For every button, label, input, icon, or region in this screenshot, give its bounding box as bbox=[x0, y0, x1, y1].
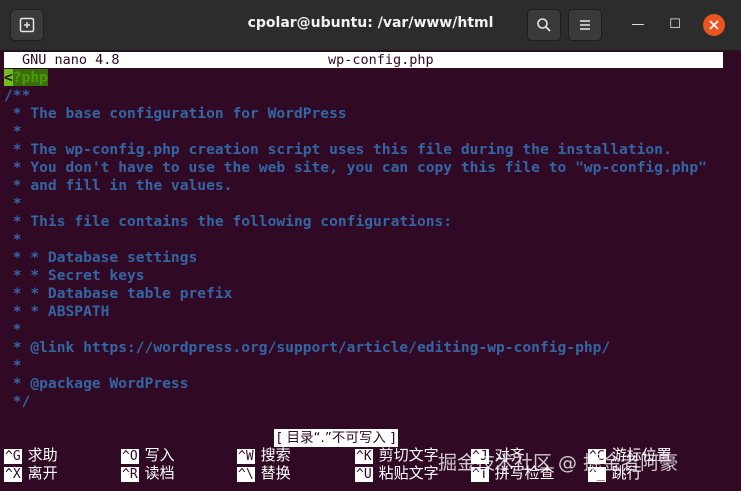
close-button[interactable] bbox=[703, 14, 725, 36]
minimize-button[interactable]: — bbox=[627, 14, 649, 36]
shortcut-item: ^G 求助 bbox=[4, 445, 58, 464]
file-line: * * Database table prefix bbox=[4, 285, 233, 302]
shortcut-label: 求助 bbox=[27, 446, 58, 464]
file-line: * You don't have to use the web site, yo… bbox=[4, 159, 707, 176]
shortcut-item: ^O 写入 bbox=[121, 445, 175, 464]
file-line: * bbox=[4, 357, 22, 374]
shortcut-item: ^K 剪切文字 bbox=[355, 445, 439, 464]
title-bar: cpolar@ubuntu: /var/www/html — ☐ bbox=[0, 0, 741, 51]
shortcut-key: ^\ bbox=[237, 467, 255, 482]
file-line: * bbox=[4, 123, 22, 140]
file-line: * * Database settings bbox=[4, 249, 198, 266]
shortcut-key: ^G bbox=[4, 449, 22, 464]
shortcut-key: ^W bbox=[237, 449, 255, 464]
maximize-icon: ☐ bbox=[669, 17, 681, 32]
terminal-window: cpolar@ubuntu: /var/www/html — ☐ GNU nan… bbox=[0, 0, 741, 491]
nano-header-bar: GNU nano 4.8 wp-config.php bbox=[4, 52, 723, 68]
file-line-php-tag: <?php bbox=[4, 69, 48, 87]
file-line: * bbox=[4, 195, 22, 212]
terminal-area[interactable]: GNU nano 4.8 wp-config.php <?php /** * T… bbox=[0, 51, 741, 491]
file-line: */ bbox=[4, 393, 31, 410]
nano-version: GNU nano 4.8 bbox=[22, 52, 120, 68]
shortcut-label: 粘贴文字 bbox=[378, 464, 439, 482]
shortcut-label: 离开 bbox=[27, 464, 58, 482]
shortcut-label: 搜索 bbox=[260, 446, 291, 464]
file-line: * The base configuration for WordPress bbox=[4, 105, 347, 122]
shortcut-label: 替换 bbox=[260, 464, 291, 482]
shortcut-item: ^R 读档 bbox=[121, 463, 175, 482]
shortcut-key: ^X bbox=[4, 467, 22, 482]
file-line: * bbox=[4, 321, 22, 338]
file-line: * * ABSPATH bbox=[4, 303, 110, 320]
shortcut-label: 剪切文字 bbox=[378, 446, 439, 464]
file-line: * bbox=[4, 231, 22, 248]
shortcut-label: 写入 bbox=[144, 446, 175, 464]
shortcut-key: ^U bbox=[355, 467, 373, 482]
search-button[interactable] bbox=[527, 9, 561, 41]
file-line: * * Secret keys bbox=[4, 267, 145, 284]
minimize-icon: — bbox=[631, 17, 645, 32]
shortcut-item: ^U 粘贴文字 bbox=[355, 463, 439, 482]
shortcut-item: ^X 离开 bbox=[4, 463, 58, 482]
close-icon bbox=[709, 20, 719, 30]
menu-button[interactable] bbox=[568, 9, 602, 41]
shortcut-item: ^W 搜索 bbox=[237, 445, 291, 464]
file-line: * @link https://wordpress.org/support/ar… bbox=[4, 339, 611, 356]
hamburger-menu-icon bbox=[580, 20, 590, 30]
shortcut-key: ^K bbox=[355, 449, 373, 464]
watermark: 掘金技术社区 @ 掘金者阿豪 bbox=[438, 452, 679, 474]
search-icon bbox=[537, 18, 551, 32]
file-line: * and fill in the values. bbox=[4, 177, 233, 194]
file-line: * This file contains the following confi… bbox=[4, 213, 453, 230]
nano-filename: wp-config.php bbox=[328, 52, 434, 68]
php-open-tag: <?php bbox=[4, 69, 48, 86]
maximize-button[interactable]: ☐ bbox=[664, 14, 686, 36]
shortcut-label: 读档 bbox=[144, 464, 175, 482]
shortcut-key: ^R bbox=[121, 467, 139, 482]
shortcut-key: ^O bbox=[121, 449, 139, 464]
file-line: /** bbox=[4, 87, 31, 104]
file-line: * The wp-config.php creation script uses… bbox=[4, 141, 672, 158]
file-line: * @package WordPress bbox=[4, 375, 189, 392]
shortcut-item: ^\ 替换 bbox=[237, 463, 291, 482]
